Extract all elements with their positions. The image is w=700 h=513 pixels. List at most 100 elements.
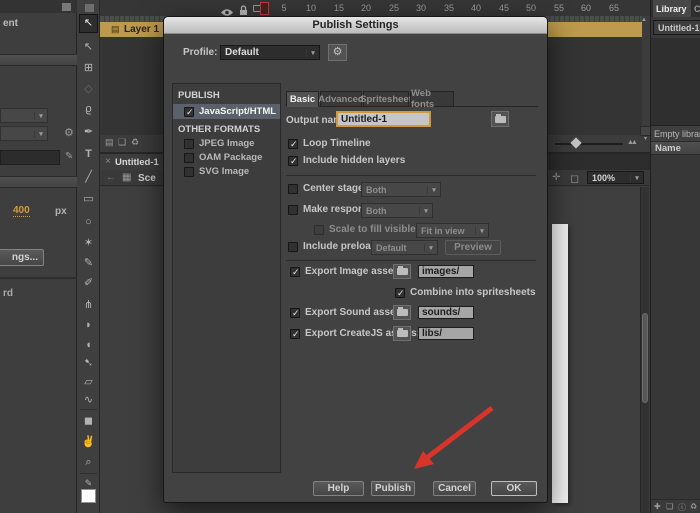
export-createjs-checkbox[interactable] <box>290 329 300 339</box>
stage-canvas[interactable] <box>552 224 568 503</box>
format-checkbox[interactable] <box>184 153 194 163</box>
frame-number[interactable]: 55 <box>551 3 567 13</box>
frame-number[interactable]: 50 <box>523 3 539 13</box>
export-sound-path-input[interactable]: sounds/ <box>418 306 474 319</box>
tab-basic[interactable]: Basic <box>286 91 319 107</box>
frame-number[interactable]: 25 <box>386 3 402 13</box>
panel-section-header-2[interactable] <box>0 176 77 188</box>
center-stage-row[interactable]: Center stage <box>288 183 364 194</box>
stage-size-value[interactable]: 400 <box>13 205 30 217</box>
tab-library[interactable]: Library <box>653 0 691 17</box>
frame-number[interactable]: 65 <box>606 3 622 13</box>
format-checkbox[interactable] <box>184 167 194 177</box>
document-tab-label[interactable]: Untitled-1 <box>115 157 159 168</box>
format-checkbox[interactable] <box>184 107 194 117</box>
new-layer-icon[interactable]: ▤ <box>105 137 114 147</box>
output-folder-button[interactable] <box>491 111 509 127</box>
eraser-tool[interactable]: ▱ <box>77 376 100 389</box>
export-image-path-input[interactable]: images/ <box>418 265 474 278</box>
frame-number[interactable]: 45 <box>496 3 512 13</box>
gradient-transform-tool[interactable]: ◇ <box>77 83 100 96</box>
frame-number[interactable]: 20 <box>358 3 374 13</box>
brush-tool[interactable]: ✐ <box>77 277 100 290</box>
help-button[interactable]: Help <box>313 481 364 496</box>
frame-number[interactable]: 40 <box>468 3 484 13</box>
loop-timeline-row[interactable]: Loop Timeline <box>288 138 371 149</box>
rectangle-tool[interactable]: ▭ <box>77 193 100 206</box>
selection-tool[interactable]: ↖ <box>77 17 100 30</box>
document-tab[interactable]: × Untitled-1 <box>100 154 166 170</box>
properties-dropdown-2[interactable]: ▾ <box>0 126 48 141</box>
panel-section-header[interactable] <box>0 54 77 66</box>
export-image-checkbox[interactable] <box>290 267 300 277</box>
paint-bucket-tool[interactable]: ◗ <box>77 319 100 332</box>
pencil-icon[interactable]: ✎ <box>65 152 73 162</box>
new-symbol-icon[interactable]: ✚ <box>654 502 661 511</box>
include-hidden-layers-checkbox[interactable] <box>288 156 298 166</box>
export-image-row[interactable]: Export Image assets: <box>290 266 406 277</box>
pencil-tool[interactable]: ✎ <box>77 257 100 270</box>
ink-bottle-tool[interactable]: ◖ <box>77 339 100 352</box>
library-item-list[interactable] <box>651 155 700 499</box>
playhead-marker[interactable] <box>260 2 269 15</box>
tab-web-fonts[interactable]: Web fonts <box>410 91 454 107</box>
profile-dropdown[interactable]: Default ▾ <box>220 45 320 60</box>
lasso-tool[interactable]: ϱ <box>77 103 100 116</box>
close-icon[interactable]: × <box>105 156 111 167</box>
new-folder-icon[interactable]: ❏ <box>118 137 126 147</box>
profile-options-button[interactable]: ⚙ <box>328 44 347 61</box>
format-checkbox[interactable] <box>184 139 194 149</box>
library-document-dropdown[interactable]: Untitled-1 <box>653 20 700 35</box>
back-arrow-icon[interactable]: ← <box>106 172 116 183</box>
properties-text-field[interactable] <box>0 150 60 165</box>
tab-advanced[interactable]: Advanced <box>320 91 362 107</box>
tab-spritesheet[interactable]: Spritesheet <box>363 91 409 107</box>
export-createjs-folder-button[interactable] <box>393 326 411 341</box>
fill-color-swatch[interactable] <box>81 489 96 503</box>
frame-number[interactable]: 60 <box>578 3 594 13</box>
center-stage-checkbox[interactable] <box>288 184 298 194</box>
publish-settings-button[interactable]: ngs... <box>0 249 44 266</box>
ok-button[interactable]: OK <box>491 481 537 496</box>
pen-tool[interactable]: ✒ <box>77 126 100 139</box>
hand-tool[interactable]: ✌ <box>77 436 100 449</box>
library-name-column-header[interactable]: Name <box>651 141 700 155</box>
center-frame-icon[interactable]: ✛ <box>552 172 560 183</box>
text-tool[interactable]: T <box>77 148 100 161</box>
export-sound-checkbox[interactable] <box>290 308 300 318</box>
frame-number[interactable]: 15 <box>331 3 347 13</box>
scene-label[interactable]: Sce <box>138 173 156 184</box>
frame-number[interactable]: 10 <box>303 3 319 13</box>
combine-spritesheets-checkbox[interactable] <box>395 288 405 298</box>
export-image-folder-button[interactable] <box>393 264 411 279</box>
polystar-tool[interactable]: ✶ <box>77 237 100 250</box>
frame-number[interactable]: 35 <box>441 3 457 13</box>
tools-collapse-icon[interactable] <box>85 4 94 12</box>
delete-layer-icon[interactable]: ♻ <box>131 137 139 147</box>
wrench-icon[interactable]: ⚙ <box>64 128 74 138</box>
scrollbar-thumb[interactable] <box>642 313 648 403</box>
line-tool[interactable]: ╱ <box>77 171 100 184</box>
export-sound-row[interactable]: Export Sound assets: <box>290 307 408 318</box>
delete-item-icon[interactable]: ♻ <box>690 502 697 511</box>
properties-dropdown-1[interactable]: ▾ <box>0 108 48 123</box>
stage-zoom-dropdown[interactable]: 100% ▾ <box>587 171 644 184</box>
layer-name[interactable]: Layer 1 <box>124 24 159 35</box>
stage-vertical-scrollbar[interactable] <box>640 187 649 513</box>
format-item-javascript-html[interactable]: JavaScript/HTML <box>173 104 280 119</box>
dialog-title-bar[interactable]: Publish Settings <box>164 17 547 34</box>
format-item-svg[interactable]: SVG Image <box>184 166 249 177</box>
new-folder-icon[interactable]: ❏ <box>666 502 673 511</box>
include-preloader-checkbox[interactable] <box>288 242 298 252</box>
width-tool[interactable]: ∿ <box>77 394 100 407</box>
oval-tool[interactable]: ○ <box>77 216 100 229</box>
cancel-button[interactable]: Cancel <box>433 481 476 496</box>
make-responsive-checkbox[interactable] <box>288 205 298 215</box>
free-transform-tool[interactable]: ⊞ <box>77 62 100 75</box>
eyedropper-tool[interactable]: ➷ <box>77 357 100 370</box>
bone-tool[interactable]: ⋔ <box>77 299 100 312</box>
frame-number[interactable]: 5 <box>276 3 292 13</box>
include-hidden-layers-row[interactable]: Include hidden layers <box>288 155 405 166</box>
output-name-input[interactable]: Untitled-1 <box>336 111 431 127</box>
combine-spritesheets-row[interactable]: Combine into spritesheets <box>395 287 536 298</box>
